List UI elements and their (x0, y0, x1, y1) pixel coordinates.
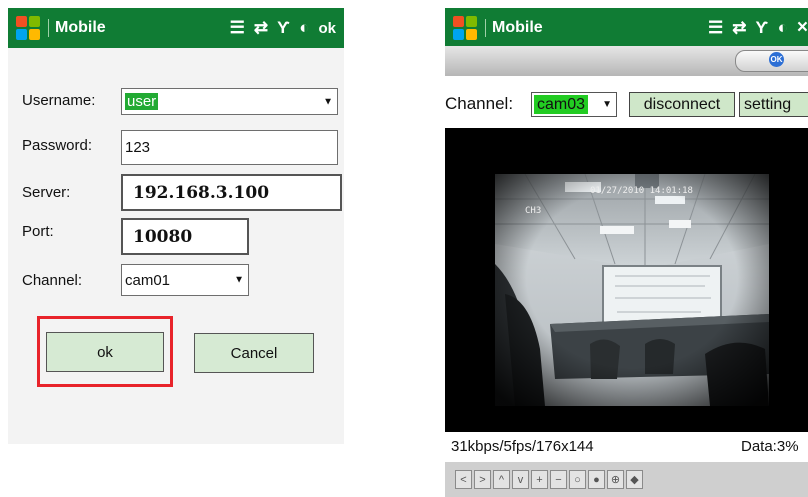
focus-far-button[interactable]: ● (588, 470, 605, 489)
iris-button[interactable]: ⊕ (607, 470, 624, 489)
username-select[interactable]: user ▼ (121, 88, 338, 115)
windows-start-icon[interactable] (451, 14, 479, 42)
focus-near-button[interactable]: ○ (569, 470, 586, 489)
ok-button[interactable]: ok (46, 332, 164, 372)
zoom-in-button[interactable]: + (531, 470, 548, 489)
camera-feed: 01/27/2010 14:01:18 CH3 (495, 174, 769, 406)
video-camera-id: CH3 (525, 206, 542, 216)
signal-icon: Ƴ (277, 18, 291, 37)
cancel-button[interactable]: Cancel (194, 333, 314, 373)
ok-bar: OK (445, 46, 808, 76)
password-label: Password: (22, 137, 93, 154)
connectivity-icon: ⇄ (732, 18, 747, 37)
tilt-down-button[interactable]: v (512, 470, 529, 489)
close-icon[interactable]: × (797, 17, 808, 39)
video-screen: Mobile ☰ ⇄ Ƴ ◐ × OK Channel: cam03 ▼ dis… (445, 8, 808, 497)
titlebar: Mobile ☰ ⇄ Ƴ ◐ × (445, 8, 808, 48)
status-icons: ☰ ⇄ Ƴ ◐ × (708, 8, 808, 48)
stream-status-bar: 31kbps/5fps/176x144 Data:3% (445, 432, 808, 462)
setting-button[interactable]: setting (739, 92, 808, 117)
menu-icon: ☰ (229, 18, 245, 37)
control-row: Channel: cam03 ▼ disconnect setting (445, 80, 808, 124)
windows-start-icon[interactable] (14, 14, 42, 42)
password-field[interactable]: 123 (121, 130, 338, 165)
username-value: user (125, 93, 159, 110)
titlebar: Mobile ☰ ⇄ Ƴ ◐ ok (8, 8, 344, 48)
status-icons: ☰ ⇄ Ƴ ◐ ok (230, 8, 336, 48)
data-usage: Data:3% (741, 438, 799, 455)
channel-label: Channel: (22, 272, 83, 289)
pan-right-button[interactable]: > (474, 470, 491, 489)
channel-value: cam03 (534, 95, 589, 114)
chevron-down-icon: ▼ (234, 274, 244, 286)
chevron-down-icon: ▼ (602, 99, 612, 110)
volume-icon: ◐ (777, 18, 788, 37)
signal-icon: Ƴ (755, 18, 769, 37)
channel-select[interactable]: cam03 ▼ (531, 92, 617, 117)
server-label: Server: (22, 184, 71, 201)
username-label: Username: (22, 92, 96, 109)
channel-value: cam01 (125, 271, 171, 289)
pan-left-button[interactable]: < (455, 470, 472, 489)
port-field[interactable]: 10080 (121, 218, 249, 255)
app-title: Mobile (485, 19, 543, 37)
app-title: Mobile (48, 19, 106, 37)
channel-label: Channel: (445, 94, 514, 113)
menu-icon: ☰ (708, 18, 724, 37)
connectivity-icon: ⇄ (253, 18, 269, 37)
server-field[interactable]: 192.168.3.100 (121, 174, 342, 211)
chevron-down-icon: ▼ (323, 96, 333, 107)
video-timestamp: 01/27/2010 14:01:18 (590, 186, 693, 196)
tilt-up-button[interactable]: ^ (493, 470, 510, 489)
port-label: Port: (22, 223, 54, 240)
stream-info: 31kbps/5fps/176x144 (451, 438, 594, 455)
login-screen: Mobile ☰ ⇄ Ƴ ◐ ok Username: user ▼ Passw… (8, 8, 344, 444)
channel-select[interactable]: cam01 ▼ (121, 264, 249, 296)
zoom-out-button[interactable]: − (550, 470, 567, 489)
ok-label[interactable]: ok (318, 20, 336, 37)
volume-icon: ◐ (299, 18, 310, 37)
disconnect-button[interactable]: disconnect (629, 92, 735, 117)
preset-button[interactable]: ◆ (626, 470, 643, 489)
ok-button[interactable]: OK (769, 52, 784, 67)
video-viewport[interactable]: 01/27/2010 14:01:18 CH3 (445, 128, 808, 432)
ptz-toolbar: < > ^ v + − ○ ● ⊕ ◆ (445, 462, 808, 497)
login-form: Username: user ▼ Password: 123 Server: 1… (8, 48, 344, 444)
